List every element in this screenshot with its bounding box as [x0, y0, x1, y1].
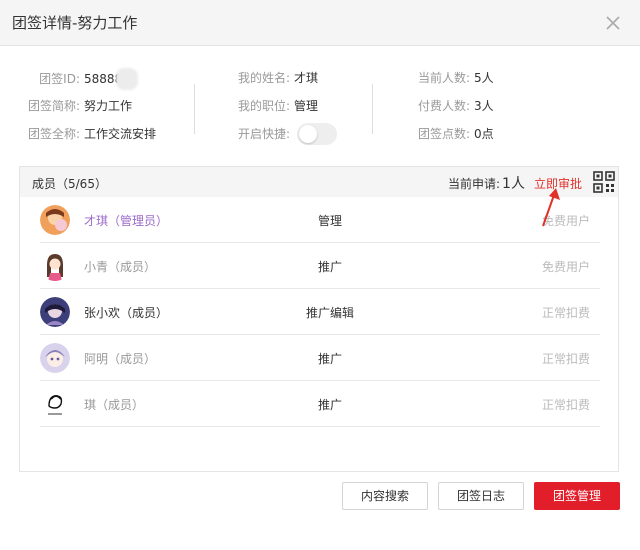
avatar [40, 343, 70, 373]
group-short-name-value: 努力工作 [84, 99, 133, 113]
avatar [40, 205, 70, 235]
group-short-name-row: 团签简称: 努力工作 [26, 96, 132, 116]
avatar [40, 251, 70, 281]
dialog-title: 团签详情-努力工作 [12, 14, 138, 32]
dialog-titlebar: 团签详情-努力工作 [0, 0, 640, 46]
member-role: 推广 [317, 260, 342, 274]
group-full-name-value: 工作交流安排 [84, 127, 157, 141]
group-full-name-label: 团签全称: [27, 127, 80, 141]
group-id-label: 团签ID: [39, 71, 80, 86]
my-position-value: 管理 [294, 99, 319, 113]
member-name: 才琪（管理员） [84, 214, 169, 228]
members-panel: 成员（5/65） 当前申请: 1人 立即审批 才琪（管理员） 管理 免费用户 小… [19, 166, 619, 472]
current-count-label: 当前人数: [417, 71, 470, 85]
member-role: 推广 [317, 398, 342, 412]
member-row[interactable]: 阿明（成员） 推广 正常扣费 [40, 335, 600, 381]
my-name-value: 才琪 [294, 71, 319, 85]
member-role: 推广 [317, 352, 342, 366]
quick-toggle-label: 开启快捷: [237, 127, 290, 141]
paid-count-row: 付费人数: 3人 [390, 96, 494, 116]
member-name: 小青（成员） [84, 260, 157, 274]
pending-applications: 当前申请: 1人 [448, 173, 525, 193]
member-role: 管理 [317, 214, 342, 228]
divider [194, 84, 195, 134]
redaction-mask [116, 68, 139, 90]
pending-applications-count: 1人 [502, 176, 525, 192]
my-name-label: 我的姓名: [237, 71, 290, 85]
members-panel-header: 成员（5/65） 当前申请: 1人 立即审批 [20, 167, 618, 197]
quick-toggle-row: 开启快捷: [236, 124, 290, 144]
member-billing-status: 正常扣费 [541, 398, 590, 412]
member-name: 琪（成员） [84, 398, 145, 412]
member-billing-status: 免费用户 [541, 260, 590, 274]
points-row: 团签点数: 0点 [390, 124, 494, 144]
group-id-row: 团签ID: 58888 [26, 68, 139, 90]
my-position-row: 我的职位: 管理 [236, 96, 318, 116]
points-value: 0点 [474, 127, 494, 141]
content-search-button[interactable]: 内容搜索 [342, 482, 428, 510]
member-role: 推广编辑 [305, 306, 354, 320]
current-count-row: 当前人数: 5人 [390, 68, 494, 88]
paid-count-value: 3人 [474, 99, 494, 113]
group-short-name-label: 团签简称: [27, 99, 80, 113]
member-name: 阿明（成员） [84, 352, 157, 366]
member-row[interactable]: 琪（成员） 推广 正常扣费 [40, 381, 600, 427]
member-billing-status: 正常扣费 [541, 306, 590, 320]
pending-applications-label: 当前申请: [448, 177, 501, 191]
group-manage-button[interactable]: 团签管理 [534, 482, 620, 510]
members-count: 成员（5/65） [32, 177, 107, 191]
group-full-name-row: 团签全称: 工作交流安排 [26, 124, 156, 144]
toggle-knob [299, 125, 317, 143]
member-row[interactable]: 张小欢（成员） 推广编辑 正常扣费 [40, 289, 600, 335]
my-position-label: 我的职位: [237, 99, 290, 113]
group-log-button[interactable]: 团签日志 [438, 482, 524, 510]
my-name-row: 我的姓名: 才琪 [236, 68, 318, 88]
member-row[interactable]: 小青（成员） 推广 免费用户 [40, 243, 600, 289]
points-label: 团签点数: [417, 127, 470, 141]
avatar [40, 297, 70, 327]
member-list: 才琪（管理员） 管理 免费用户 小青（成员） 推广 免费用户 张小欢（成员） 推… [40, 197, 600, 427]
paid-count-label: 付费人数: [417, 99, 470, 113]
divider [372, 84, 373, 134]
close-icon[interactable] [604, 14, 622, 32]
member-name: 张小欢（成员） [84, 306, 169, 320]
avatar [40, 389, 70, 419]
quick-toggle-switch[interactable] [297, 123, 337, 145]
member-billing-status: 正常扣费 [541, 352, 590, 366]
member-row[interactable]: 才琪（管理员） 管理 免费用户 [40, 197, 600, 243]
red-arrow-annotation-icon [542, 188, 560, 227]
qr-code-icon[interactable] [593, 171, 615, 193]
current-count-value: 5人 [474, 71, 494, 85]
